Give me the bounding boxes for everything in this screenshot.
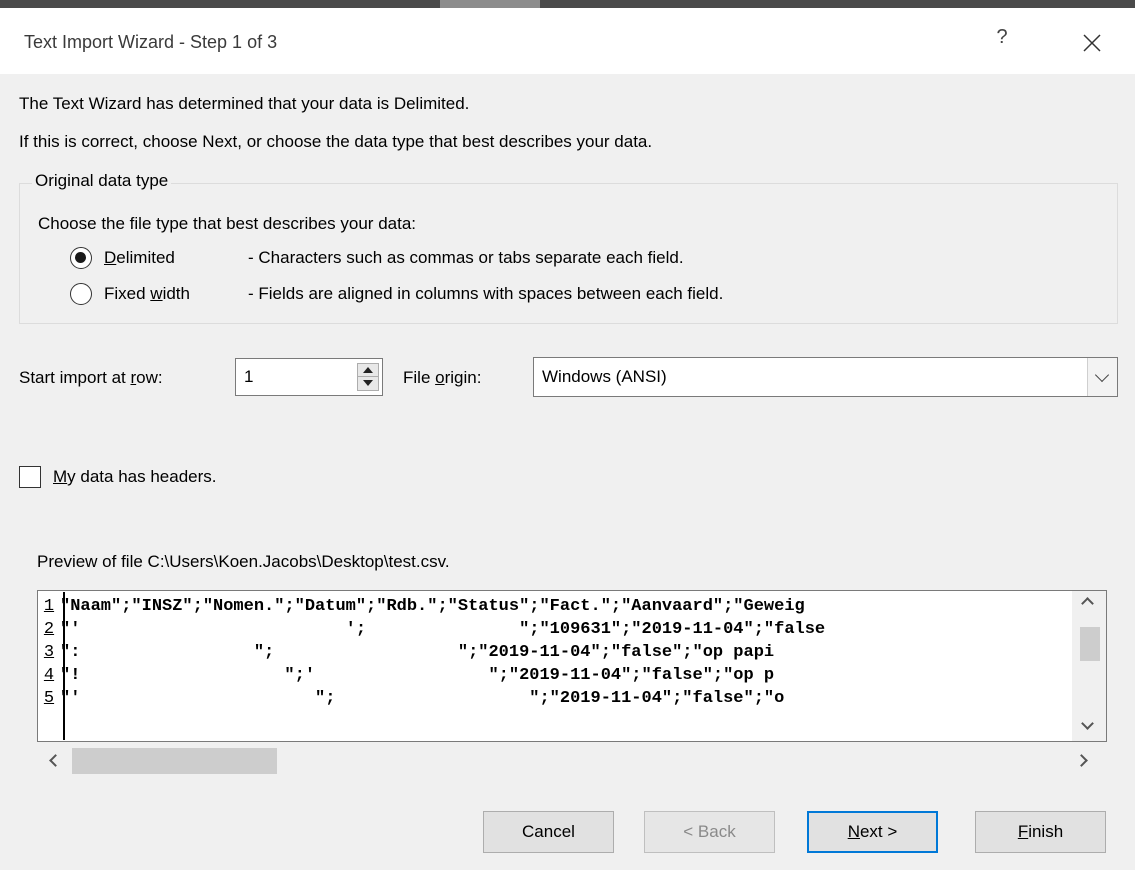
top-strip-segment [0,0,440,8]
start-row-label: Start import at row: [19,368,163,387]
cancel-button[interactable]: Cancel [483,811,614,853]
scroll-down-icon[interactable] [1081,717,1094,730]
spinner-buttons[interactable] [357,363,379,391]
start-row-spinner[interactable]: 1 [235,358,383,396]
preview-horizontal-scrollbar[interactable] [37,746,1107,776]
top-strip-segment [440,0,540,8]
radio-fixed-width-row[interactable]: Fixed width - Fields are aligned in colu… [70,281,723,307]
close-icon[interactable] [1075,26,1109,60]
preview-row: 4 "! ";' ";"2019-11-04";"false";"op p [43,666,775,685]
preview-vertical-scrollbar[interactable] [1072,591,1106,741]
scroll-left-icon[interactable] [49,754,62,767]
preview-row: 1 "Naam";"INSZ";"Nomen.";"Datum";"Rdb.";"… [43,597,805,616]
intro-line-1: The Text Wizard has determined that your… [19,94,470,113]
title-bar: Text Import Wizard - Step 1 of 3 ? [0,12,1135,74]
top-strip-segment [540,0,1135,8]
vertical-scroll-thumb[interactable] [1080,627,1100,661]
group-prompt: Choose the file type that best describes… [38,214,417,233]
horizontal-scroll-thumb[interactable] [72,748,277,774]
help-button[interactable]: ? [987,26,1017,49]
preview-label: Preview of file C:\Users\Koen.Jacobs\Des… [37,552,450,571]
radio-delimited-label[interactable]: Delimited [104,248,175,268]
preview-rows: 1 "Naam";"INSZ";"Nomen.";"Datum";"Rdb.";"… [38,592,1068,740]
spinner-down-button[interactable] [358,377,378,390]
preview-row: 5 "' "; ";"2019-11-04";"false";"o [43,689,785,708]
file-origin-label: File origin: [403,368,482,387]
next-button[interactable]: Next > [807,811,938,853]
radio-delimited-description: - Characters such as commas or tabs sepa… [248,248,684,267]
preview-pane[interactable]: 1 "Naam";"INSZ";"Nomen.";"Datum";"Rdb.";"… [37,590,1107,742]
scroll-right-icon[interactable] [1075,754,1088,767]
finish-button[interactable]: Finish [975,811,1106,853]
group-legend: Original data type [32,171,172,191]
preview-row: 3 ": "; ";"2019-11-04";"false";"op papi [43,643,775,662]
radio-fixed-width-description: - Fields are aligned in columns with spa… [248,284,724,303]
radio-delimited-row[interactable]: Delimited - Characters such as commas or… [70,245,684,271]
headers-checkbox-label[interactable]: My data has headers. [53,467,217,487]
intro-line-2: If this is correct, choose Next, or choo… [19,132,653,151]
window-top-strip [0,0,1135,12]
radio-delimited[interactable] [70,247,92,269]
chevron-down-icon [1094,367,1110,383]
scroll-up-icon[interactable] [1081,597,1094,610]
file-origin-value[interactable]: Windows (ANSI) [542,367,667,387]
back-button[interactable]: < Back [644,811,775,853]
window-title: Text Import Wizard - Step 1 of 3 [24,32,278,52]
preview-row: 2 "' '; ";"109631";"2019-11-04";"false [43,620,826,639]
triangle-up-icon [363,367,373,373]
file-origin-dropdown[interactable]: Windows (ANSI) [533,357,1118,397]
start-row-value[interactable]: 1 [244,367,253,387]
dropdown-button[interactable] [1087,358,1117,396]
original-data-type-group: Original data type Choose the file type … [19,171,1118,324]
headers-checkbox[interactable] [19,466,41,488]
radio-fixed-width[interactable] [70,283,92,305]
radio-fixed-width-label[interactable]: Fixed width [104,284,190,304]
dialog-body: The Text Wizard has determined that your… [0,74,1135,870]
triangle-down-icon [363,380,373,386]
spinner-up-button[interactable] [358,364,378,377]
